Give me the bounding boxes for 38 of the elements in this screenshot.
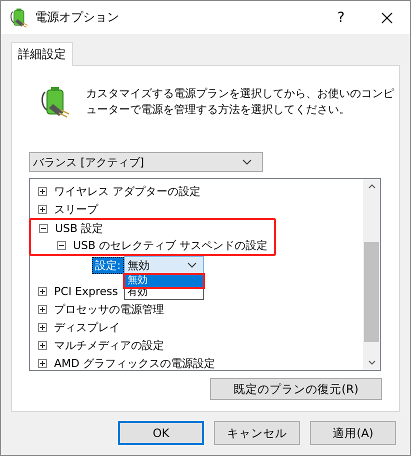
scroll-down-icon — [368, 360, 376, 365]
tree-item[interactable]: マルチメディアの設定 — [54, 338, 164, 352]
expand-icon[interactable] — [38, 286, 47, 296]
tab[interactable]: 詳細設定 — [11, 42, 73, 66]
chevron-down-icon — [242, 159, 252, 165]
scrollbar[interactable] — [363, 179, 380, 370]
close-icon — [381, 12, 393, 24]
expand-icon[interactable] — [38, 186, 47, 196]
tree-item[interactable]: プロセッサの電源管理 — [54, 302, 164, 316]
tree-item[interactable]: USB 設定 — [55, 221, 104, 236]
collapse-icon[interactable] — [57, 241, 66, 250]
dropdown-option[interactable]: 無効 — [124, 275, 203, 287]
dialog-button[interactable]: キャンセル — [214, 421, 300, 445]
expand-icon[interactable] — [38, 304, 47, 314]
tree-item[interactable]: ワイヤレス アダプターの設定 — [54, 184, 200, 198]
expand-icon[interactable] — [38, 340, 47, 350]
tree-item[interactable]: AMD グラフィックスの電源設定 — [54, 356, 215, 370]
description-text: カスタマイズする電源プランを選択してから、お使いのコンピューターで電源を管理する方法を選択してください。 — [86, 86, 395, 118]
expand-icon[interactable] — [38, 322, 47, 332]
window-title: 電源オプション — [35, 9, 119, 26]
scroll-up-icon — [368, 184, 376, 189]
setting-dropdown[interactable]: 無効 — [124, 256, 204, 274]
battery-plug-icon — [9, 8, 29, 28]
dialog-button[interactable]: 適用(A) — [310, 421, 396, 445]
tree-item[interactable]: PCI Express — [54, 284, 118, 298]
scroll-thumb[interactable] — [364, 242, 379, 342]
collapse-icon[interactable] — [39, 224, 48, 233]
tree-item[interactable]: スリープ — [54, 202, 98, 216]
help-button[interactable]: ? — [318, 1, 364, 34]
tree-item[interactable]: ディスプレイ — [54, 320, 120, 334]
restore-button[interactable]: 既定のプランの復元(R) — [210, 378, 382, 400]
plan-dropdown[interactable]: バランス [アクティブ] — [29, 152, 263, 172]
chevron-down-icon — [186, 262, 197, 268]
tree-item[interactable]: USB のセレクティブ サスペンドの設定 — [73, 238, 268, 253]
expand-icon[interactable] — [38, 358, 47, 368]
expand-icon[interactable] — [38, 204, 47, 214]
setting-label: 設定: — [92, 256, 124, 274]
dialog-button[interactable]: OK — [118, 421, 204, 445]
